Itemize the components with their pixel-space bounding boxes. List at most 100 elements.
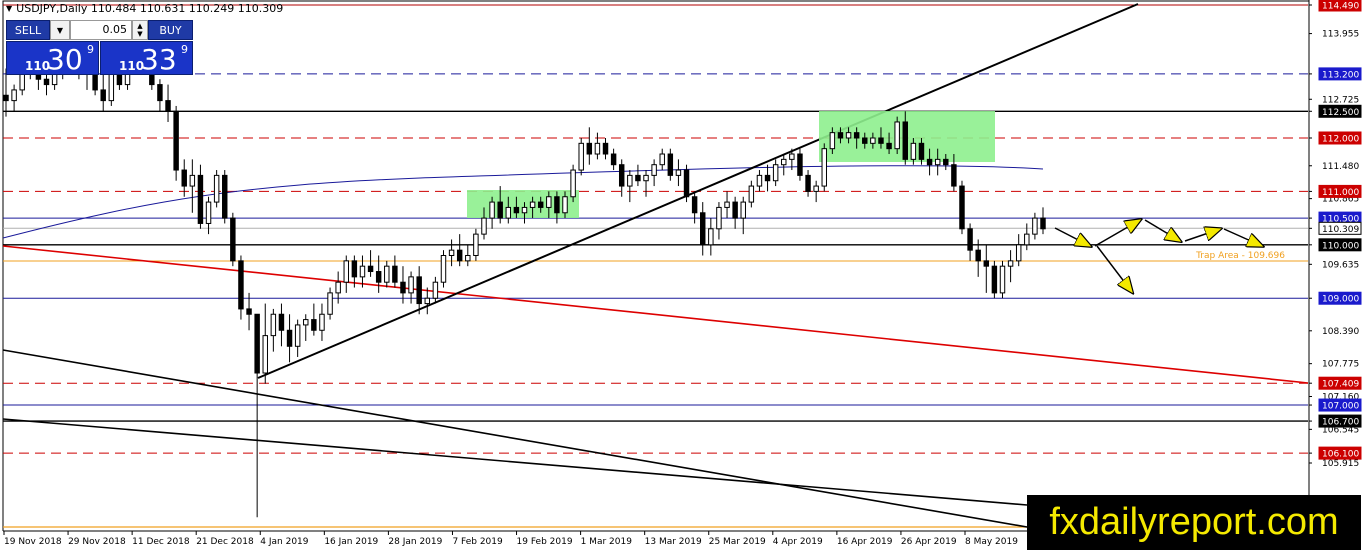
candle-body	[246, 308, 252, 315]
candle-body	[853, 132, 860, 139]
candle	[424, 287, 431, 315]
candle-body	[327, 292, 333, 315]
candle-body	[230, 217, 236, 262]
candle-body	[205, 201, 212, 224]
candle-body	[1024, 233, 1030, 246]
chevron-down-small-icon[interactable]: ▼	[137, 30, 142, 38]
price-badge: 111.000	[1318, 184, 1362, 198]
projection-arrow	[1096, 245, 1132, 292]
lot-size-input[interactable]: 0.05	[70, 20, 132, 40]
falling-trend-line-2	[2, 418, 1028, 506]
candle-body	[781, 158, 787, 166]
price-badge-label: 109.000	[1322, 295, 1359, 305]
candle	[586, 127, 593, 165]
price-badge-label: 107.000	[1322, 402, 1359, 412]
chevron-up-icon[interactable]: ▲	[137, 22, 142, 30]
candle	[3, 68, 9, 117]
candle-body	[1015, 244, 1022, 262]
candle	[627, 170, 633, 203]
price-badge-label: 110.000	[1322, 241, 1359, 251]
candle	[278, 303, 285, 347]
sell-button[interactable]: SELL	[6, 20, 50, 40]
time-tick-label: 16 Jan 2019	[324, 537, 378, 547]
price-badge-label: 112.000	[1322, 134, 1359, 144]
candle-body	[999, 265, 1006, 294]
symbol-line: USDJPY,Daily 110.484 110.631 110.249 110…	[16, 2, 284, 15]
candle-body	[837, 132, 844, 139]
candle-body	[108, 73, 115, 102]
price-badge-label: 113.200	[1322, 70, 1359, 80]
price-axis: 114.490 113.955 113.200 112.725 112.500 112.0…	[1308, 0, 1362, 552]
candle-body	[189, 174, 196, 187]
candle-body	[610, 153, 617, 166]
candle	[643, 170, 649, 197]
projection-arrow	[1144, 219, 1180, 241]
price-tick-label: 112.725	[1322, 95, 1359, 105]
projection-arrow	[1094, 220, 1140, 247]
price-badge: 107.000	[1318, 398, 1362, 412]
candle-body	[570, 169, 576, 198]
candle	[448, 239, 455, 267]
candle	[238, 255, 244, 320]
candle	[578, 137, 584, 176]
chevron-down-icon[interactable]: ▼	[50, 20, 70, 40]
candle	[384, 260, 390, 288]
price-tick-label: 113.955	[1322, 30, 1359, 40]
price-badge-label: 106.700	[1322, 418, 1359, 428]
candle-body	[424, 297, 431, 305]
candle-body	[643, 174, 649, 182]
candle-body	[254, 313, 260, 374]
price-chart: Trap Area - 109.696 114.490 113.955 113.20…	[0, 0, 1362, 552]
candle	[157, 79, 163, 112]
candle-body	[926, 158, 933, 166]
price-badge-label: 107.409	[1322, 380, 1359, 390]
candle-body	[910, 142, 917, 160]
candle-body	[367, 265, 374, 273]
candle-body	[116, 73, 123, 86]
candle	[602, 137, 609, 160]
candle	[1024, 223, 1030, 251]
candle-body	[748, 185, 755, 203]
collapse-triangle-icon[interactable]: ▼	[6, 4, 12, 13]
candle	[173, 105, 179, 181]
candle-body	[319, 313, 325, 331]
candle-body	[740, 201, 746, 219]
lot-stepper[interactable]: ▲ ▼	[132, 20, 148, 40]
candle-body	[335, 281, 341, 294]
candle-body	[43, 78, 50, 86]
candle-body	[983, 260, 990, 267]
price-badge: 106.700	[1318, 414, 1362, 428]
candle	[708, 218, 714, 256]
buy-price[interactable]: 110 33 9	[100, 41, 193, 76]
candle	[813, 180, 819, 203]
candle-body	[691, 196, 698, 214]
price-tick-label: 109.635	[1322, 260, 1359, 270]
one-click-trade-panel: SELL ▼ 0.05 ▲ ▼ BUY 110 30 9 110 33 9	[6, 20, 193, 76]
sell-price-big: 30	[47, 43, 83, 76]
candle-body	[456, 249, 463, 262]
candle	[465, 244, 471, 267]
buy-button[interactable]: BUY	[148, 20, 193, 40]
candle	[781, 154, 787, 176]
candle-body	[586, 142, 593, 155]
candle-body	[764, 174, 771, 182]
candle	[303, 314, 309, 341]
candle-body	[813, 185, 819, 192]
candle	[748, 180, 755, 208]
candle-body	[92, 73, 98, 91]
time-tick-label: 7 Feb 2019	[452, 537, 503, 547]
price-badge: 109.000	[1318, 291, 1362, 305]
candle	[756, 170, 763, 192]
candle-body	[862, 137, 868, 144]
candle	[724, 191, 730, 219]
price-tick-label: 108.390	[1322, 327, 1359, 337]
candle-body	[934, 158, 941, 166]
sell-price[interactable]: 110 30 9	[6, 41, 99, 76]
buy-price-big: 33	[141, 43, 177, 76]
candle-body	[902, 121, 909, 160]
price-badge-label: 112.500	[1322, 108, 1359, 118]
candle	[959, 180, 965, 235]
candle-body	[967, 228, 973, 251]
candle-body	[238, 260, 244, 310]
price-badge-label: 111.000	[1322, 188, 1359, 198]
